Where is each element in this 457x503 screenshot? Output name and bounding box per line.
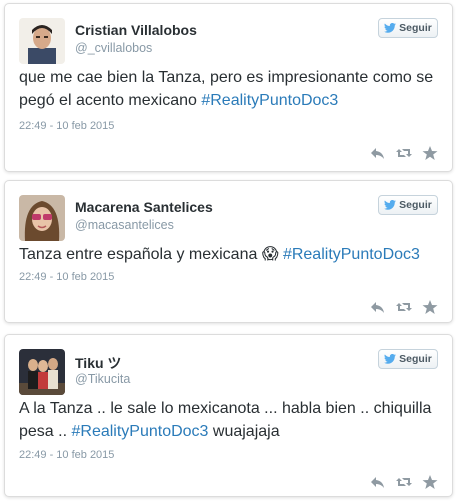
favorite-star-icon[interactable] [422, 299, 438, 315]
avatar[interactable] [19, 195, 65, 241]
twitter-bird-icon [384, 200, 397, 210]
tweet-actions [370, 474, 438, 490]
twitter-bird-icon [384, 354, 397, 364]
tweet-timestamp[interactable]: 22:49 - 10 feb 2015 [19, 120, 114, 132]
author-handle[interactable]: @Tikucita [75, 372, 130, 386]
follow-button[interactable]: Seguir [378, 18, 438, 38]
tweet-text: Tanza entre española y mexicana 😱 #Reali… [19, 243, 438, 266]
hashtag-link[interactable]: #RealityPuntoDoc3 [283, 246, 420, 263]
tweet-timestamp[interactable]: 22:49 - 10 feb 2015 [19, 271, 114, 283]
retweet-icon[interactable] [396, 299, 412, 315]
tweet-text-tail: wuajajaja [208, 423, 280, 440]
follow-button[interactable]: Seguir [378, 349, 438, 369]
tweet-card: Cristian Villalobos @_cvillalobos Seguir… [4, 3, 453, 172]
author-handle[interactable]: @_cvillalobos [75, 41, 152, 55]
tweet-text: A la Tanza .. le sale lo mexicanota ... … [19, 397, 438, 443]
tweet-actions [370, 145, 438, 161]
follow-label: Seguir [399, 199, 432, 211]
follow-button[interactable]: Seguir [378, 195, 438, 215]
tweet-text-body: Tanza entre española y mexicana [19, 246, 262, 263]
favorite-star-icon[interactable] [422, 474, 438, 490]
author-handle[interactable]: @macasantelices [75, 218, 174, 232]
tweet-timestamp[interactable]: 22:49 - 10 feb 2015 [19, 449, 114, 461]
hashtag-link[interactable]: #RealityPuntoDoc3 [201, 92, 338, 109]
favorite-star-icon[interactable] [422, 145, 438, 161]
retweet-icon[interactable] [396, 474, 412, 490]
follow-label: Seguir [399, 353, 432, 365]
author-name[interactable]: Tiku ツ [75, 353, 121, 373]
tweet-actions [370, 299, 438, 315]
author-name[interactable]: Cristian Villalobos [75, 22, 197, 38]
retweet-icon[interactable] [396, 145, 412, 161]
tweet-card: Macarena Santelices @macasantelices Segu… [4, 180, 453, 323]
tweet-card: Tiku ツ @Tikucita Seguir A la Tanza .. le… [4, 334, 453, 497]
author-name[interactable]: Macarena Santelices [75, 199, 213, 215]
reply-icon[interactable] [370, 299, 386, 315]
avatar[interactable] [19, 18, 65, 64]
hashtag-link[interactable]: #RealityPuntoDoc3 [71, 423, 208, 440]
twitter-bird-icon [384, 23, 397, 33]
follow-label: Seguir [399, 22, 432, 34]
reply-icon[interactable] [370, 474, 386, 490]
tweet-text: que me cae bien la Tanza, pero es impres… [19, 66, 438, 112]
scream-emoji-icon: 😱 [261, 246, 279, 263]
avatar[interactable] [19, 349, 65, 395]
reply-icon[interactable] [370, 145, 386, 161]
